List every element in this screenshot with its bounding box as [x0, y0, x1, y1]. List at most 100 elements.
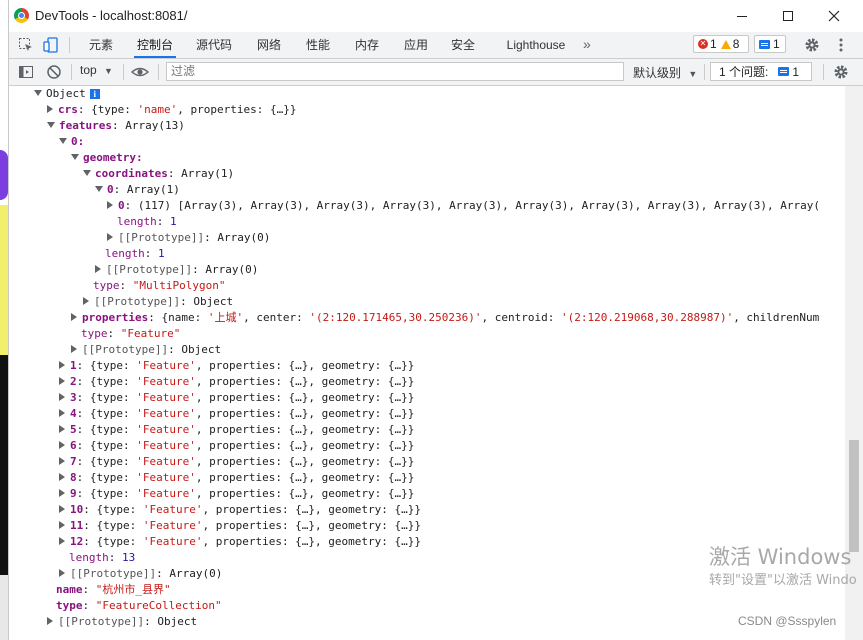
tree-row-prototype[interactable]: [[Prototype]]: Object: [83, 294, 233, 310]
string-value: 'Feature': [136, 375, 196, 388]
string-value: "MultiPolygon": [132, 279, 226, 292]
prop-value: Array(0): [217, 231, 271, 244]
prop-value: , childrenNum: [733, 311, 820, 324]
maximize-button[interactable]: [765, 0, 811, 32]
collapse-arrow-icon: [59, 457, 65, 465]
tree-row-prototype[interactable]: [[Prototype]]: Array(0): [59, 566, 222, 582]
string-value: "FeatureCollection": [95, 599, 222, 612]
prop-key: 4: [70, 407, 77, 420]
prop-value: , centroid:: [481, 311, 561, 324]
scrollbar-thumb[interactable]: [849, 440, 859, 552]
settings-gear-icon[interactable]: [804, 37, 820, 53]
prop-key: properties: [82, 311, 149, 324]
issues-count: 1: [792, 64, 800, 79]
prop-value: , properties: {…}, geometry: {…}}: [202, 519, 422, 532]
tree-row-prototype[interactable]: [[Prototype]]: Object: [47, 614, 197, 630]
expand-arrow-icon: [83, 170, 91, 176]
tab-console[interactable]: 控制台: [134, 32, 176, 58]
close-button[interactable]: [811, 0, 857, 32]
chrome-logo-icon: [14, 8, 29, 23]
collapse-arrow-icon: [59, 441, 65, 449]
tab-performance[interactable]: 性能: [300, 32, 336, 58]
tree-row-coord-0[interactable]: 0: Array(1): [95, 182, 180, 198]
collapse-arrow-icon: [59, 537, 65, 545]
tree-row-feature[interactable]: 8: {type: 'Feature', properties: {…}, ge…: [59, 470, 414, 486]
sidebar-toggle-icon[interactable]: [18, 64, 34, 80]
tree-row-coord-0-0[interactable]: 0: (117) [Array(3), Array(3), Array(3), …: [107, 198, 820, 214]
background-window-strip: [0, 0, 8, 640]
tree-row-feature[interactable]: 6: {type: 'Feature', properties: {…}, ge…: [59, 438, 414, 454]
string-value: 'Feature': [142, 519, 203, 532]
collapse-arrow-icon: [71, 313, 77, 321]
prop-key: type: [81, 327, 108, 340]
tree-row-coordinates[interactable]: coordinates: Array(1): [83, 166, 234, 182]
prop-key: 3: [70, 391, 77, 404]
root-label: Object: [46, 87, 86, 100]
log-level-selector[interactable]: 默认级别 ▼: [633, 64, 697, 81]
expand-arrow-icon: [95, 186, 103, 192]
live-expression-eye-icon[interactable]: [130, 64, 150, 80]
tree-row-prototype[interactable]: [[Prototype]]: Object: [71, 342, 221, 358]
more-tabs-chevron-icon[interactable]: »: [583, 36, 599, 52]
error-warning-counter[interactable]: ✕ 1 8: [693, 35, 749, 53]
tab-security[interactable]: 安全: [445, 32, 481, 58]
tree-row-feature[interactable]: 7: {type: 'Feature', properties: {…}, ge…: [59, 454, 414, 470]
tree-row-prototype[interactable]: [[Prototype]]: Array(0): [95, 262, 258, 278]
prop-value: Array(13): [125, 119, 185, 132]
device-toolbar-icon[interactable]: [43, 37, 59, 53]
console-settings-gear-icon[interactable]: [833, 64, 849, 80]
info-icon: i: [89, 89, 100, 99]
tab-sources[interactable]: 源代码: [191, 32, 237, 58]
context-selector-value: top: [80, 63, 97, 77]
tree-row-feature[interactable]: 9: {type: 'Feature', properties: {…}, ge…: [59, 486, 414, 502]
expand-arrow-icon: [71, 154, 79, 160]
tree-row-properties[interactable]: properties: {name: '上城', center: '(2:120…: [71, 310, 819, 326]
string-value: '(2:120.171465,30.250236)': [309, 311, 482, 324]
inspect-element-icon[interactable]: [18, 37, 34, 53]
issues-button[interactable]: 1 个问题: 1: [710, 62, 812, 81]
prop-key: 0:: [71, 135, 85, 148]
prop-value: {type:: [89, 439, 137, 452]
tree-row-feature-type: type: "Feature": [81, 327, 181, 340]
prop-value: , properties: {…}, geometry: {…}}: [202, 503, 422, 516]
collapse-arrow-icon: [47, 105, 53, 113]
message-icon: [759, 39, 770, 49]
tree-row-feature[interactable]: 4: {type: 'Feature', properties: {…}, ge…: [59, 406, 414, 422]
tree-row-geometry[interactable]: geometry:: [71, 150, 143, 166]
tree-row-feature[interactable]: 2: {type: 'Feature', properties: {…}, ge…: [59, 374, 414, 390]
prop-value: , properties: {…}, geometry: {…}}: [195, 439, 415, 452]
tab-lighthouse[interactable]: Lighthouse: [501, 32, 571, 58]
context-selector[interactable]: top ▼: [80, 63, 113, 77]
prop-value: {type:: [96, 503, 143, 516]
message-counter[interactable]: 1: [754, 35, 786, 53]
collapse-arrow-icon: [59, 505, 65, 513]
tab-application[interactable]: 应用: [398, 32, 434, 58]
prop-value: {name:: [161, 311, 208, 324]
tree-row-feature[interactable]: 1: {type: 'Feature', properties: {…}, ge…: [59, 358, 414, 374]
more-options-icon[interactable]: [833, 37, 849, 53]
toolbar-divider: [71, 64, 72, 80]
tree-row-feature[interactable]: 11: {type: 'Feature', properties: {…}, g…: [59, 518, 421, 534]
tree-row-feature[interactable]: 5: {type: 'Feature', properties: {…}, ge…: [59, 422, 414, 438]
clear-console-icon[interactable]: [46, 64, 62, 80]
tree-row-features[interactable]: features: Array(13): [47, 118, 185, 134]
tree-row-crs[interactable]: crs: {type: 'name', properties: {…}}: [47, 102, 296, 118]
console-filter-input[interactable]: 过滤: [166, 62, 624, 81]
prop-value: , properties: {…}, geometry: {…}}: [195, 391, 415, 404]
tree-row-feature[interactable]: 12: {type: 'Feature', properties: {…}, g…: [59, 534, 421, 550]
prop-key: length: [105, 247, 145, 260]
minimize-button[interactable]: [719, 0, 765, 32]
tree-row-prototype[interactable]: [[Prototype]]: Array(0): [107, 230, 270, 246]
tab-network[interactable]: 网络: [251, 32, 287, 58]
prop-value: , properties: {…}, geometry: {…}}: [202, 535, 422, 548]
tree-row-feature[interactable]: 3: {type: 'Feature', properties: {…}, ge…: [59, 390, 414, 406]
prop-value: , properties: {…}, geometry: {…}}: [195, 471, 415, 484]
prop-key: 1: [70, 359, 77, 372]
tab-memory[interactable]: 内存: [349, 32, 385, 58]
tab-elements[interactable]: 元素: [83, 32, 119, 58]
prop-key: [[Prototype]]: [70, 567, 157, 580]
tree-row-feature-0[interactable]: 0:: [59, 134, 84, 150]
tree-row-feature[interactable]: 10: {type: 'Feature', properties: {…}, g…: [59, 502, 421, 518]
tree-root-row[interactable]: Object i: [34, 86, 100, 102]
collapse-arrow-icon: [59, 473, 65, 481]
